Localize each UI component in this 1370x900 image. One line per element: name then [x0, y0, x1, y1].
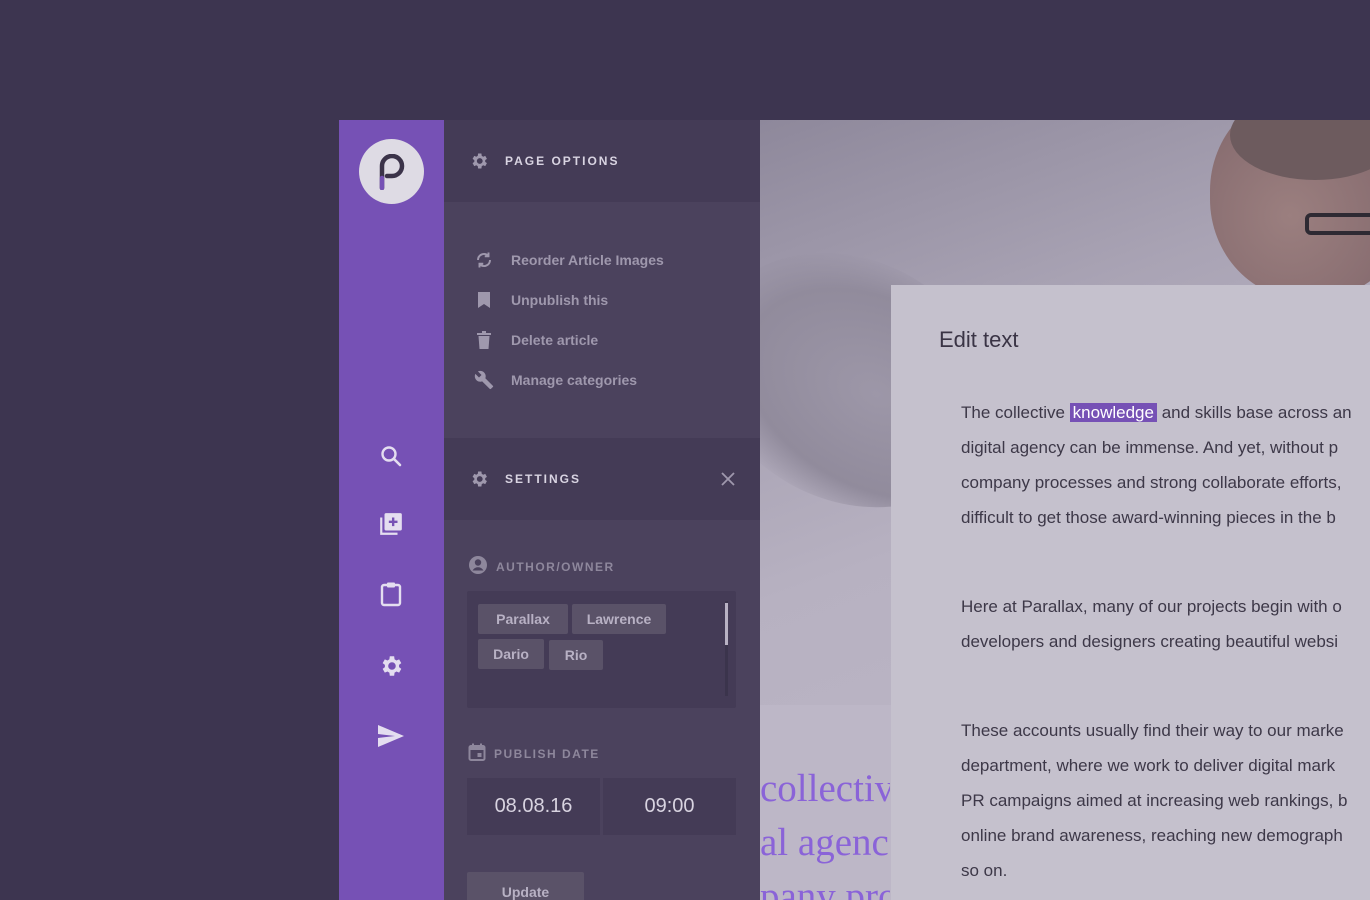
option-label: Delete article	[511, 332, 599, 348]
close-icon[interactable]	[718, 469, 738, 489]
gear-icon[interactable]	[377, 652, 405, 680]
bookmark-icon	[474, 290, 494, 310]
logo-icon	[379, 153, 404, 190]
user-circle-icon	[468, 555, 488, 580]
settings-title: SETTINGS	[505, 472, 582, 486]
left-rail	[339, 120, 444, 900]
edit-text-title: Edit text	[939, 327, 1019, 352]
option-delete-article[interactable]: Delete article	[444, 320, 760, 360]
gear-icon	[469, 151, 489, 171]
gear-icon	[469, 469, 489, 489]
page-options-title: PAGE OPTIONS	[505, 154, 620, 168]
publish-time-field[interactable]: 09:00	[603, 778, 736, 835]
edit-text-card: Edit text The collective knowledge and s…	[891, 285, 1370, 900]
reorder-icon	[474, 250, 494, 270]
article-headline: collectiv al agenc pany pro	[760, 767, 890, 900]
option-unpublish[interactable]: Unpublish this	[444, 280, 760, 320]
side-panel: PAGE OPTIONS Reorder Article Images Unpu…	[444, 120, 760, 900]
option-label: Unpublish this	[511, 292, 609, 308]
edit-text-body[interactable]: The collective knowledge and skills base…	[961, 395, 1370, 900]
app-window: PAGE OPTIONS Reorder Article Images Unpu…	[339, 120, 1370, 900]
publish-date-label: PUBLISH DATE	[444, 743, 600, 766]
option-manage-categories[interactable]: Manage categories	[444, 360, 760, 400]
add-page-icon[interactable]	[377, 510, 405, 538]
tag-parallax[interactable]: Parallax	[478, 604, 568, 634]
selected-text[interactable]: knowledge	[1069, 403, 1157, 422]
page-options-header: PAGE OPTIONS	[444, 120, 760, 202]
publish-date-field[interactable]: 08.08.16	[467, 778, 600, 835]
paragraph[interactable]: Here at Parallax, many of our projects b…	[961, 589, 1370, 659]
article-preview: collectiv al agenc pany pro Edit text Th…	[760, 120, 1370, 900]
clipboard-icon[interactable]	[377, 580, 405, 608]
trash-icon	[474, 330, 494, 350]
wrench-icon	[474, 370, 494, 390]
tags-scroll-thumb[interactable]	[725, 603, 728, 645]
send-icon[interactable]	[377, 722, 405, 750]
author-tags-box[interactable]: Parallax Lawrence Dario Rio	[467, 591, 736, 708]
search-icon[interactable]	[377, 442, 405, 470]
settings-header: SETTINGS	[444, 438, 760, 520]
tag-lawrence[interactable]: Lawrence	[572, 604, 666, 634]
paragraph[interactable]: The collective knowledge and skills base…	[961, 395, 1370, 535]
calendar-icon	[468, 743, 486, 766]
paragraph[interactable]: These accounts usually find their way to…	[961, 713, 1370, 888]
option-label: Reorder Article Images	[511, 252, 664, 268]
update-button[interactable]: Update	[467, 872, 584, 900]
author-owner-label: AUTHOR/OWNER	[444, 555, 615, 580]
tag-rio[interactable]: Rio	[549, 640, 603, 670]
tag-dario[interactable]: Dario	[478, 639, 544, 669]
logo[interactable]	[359, 139, 424, 204]
page-options-list: Reorder Article Images Unpublish this De…	[444, 202, 760, 438]
option-reorder-images[interactable]: Reorder Article Images	[444, 240, 760, 280]
option-label: Manage categories	[511, 372, 638, 388]
